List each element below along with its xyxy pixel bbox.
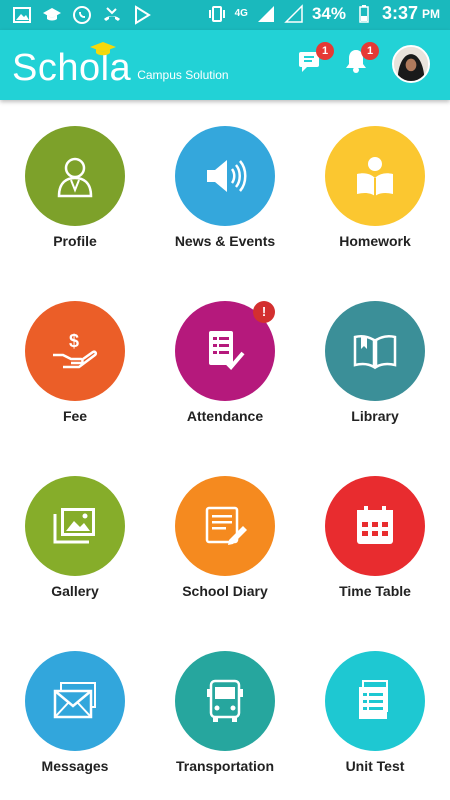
tile-circle xyxy=(175,651,275,751)
diary-icon xyxy=(205,506,247,545)
tile-circle xyxy=(325,476,425,576)
user-icon xyxy=(57,157,93,198)
battery-icon xyxy=(359,4,369,23)
notifications-badge: 1 xyxy=(361,42,379,60)
avatar[interactable] xyxy=(392,45,430,83)
tile-label: Fee xyxy=(62,408,88,424)
logo-subtitle: Campus Solution xyxy=(137,68,229,82)
attendance-alert-badge: ! xyxy=(253,301,275,323)
gallery-icon xyxy=(53,508,95,544)
play-store-icon xyxy=(135,5,151,25)
logo-cap-icon xyxy=(90,42,116,56)
calendar-icon xyxy=(357,506,393,544)
notifications-button[interactable]: 1 xyxy=(341,42,379,80)
tile-circle xyxy=(325,301,425,401)
svg-text:$: $ xyxy=(69,331,79,351)
image-icon xyxy=(13,7,31,23)
checklist-icon xyxy=(209,331,245,370)
tile-circle xyxy=(175,126,275,226)
tile-label: Library xyxy=(351,408,399,424)
tile-circle xyxy=(325,651,425,751)
missed-call-icon xyxy=(104,7,120,21)
bus-icon xyxy=(207,679,243,722)
speaker-icon xyxy=(207,160,247,192)
tile-label: Messages xyxy=(41,758,109,774)
tile-label: News & Events xyxy=(174,233,276,249)
tile-label: Gallery xyxy=(51,583,99,599)
tile-label: Time Table xyxy=(339,583,411,599)
tile-label: Profile xyxy=(53,233,97,249)
tile-circle xyxy=(25,651,125,751)
money-hand-icon: $ xyxy=(53,331,98,369)
signal-empty-icon xyxy=(284,3,303,23)
tile-circle xyxy=(175,476,275,576)
reading-icon xyxy=(357,157,393,196)
envelope-icon xyxy=(53,682,96,719)
status-bar: 4G 34% 3:37 PM xyxy=(0,0,450,30)
messages-button[interactable]: 1 xyxy=(296,42,334,80)
graduation-cap-icon xyxy=(43,8,61,21)
messages-badge: 1 xyxy=(316,42,334,60)
network-type: 4G xyxy=(234,8,248,19)
signal-icon xyxy=(257,5,274,22)
tile-label: Unit Test xyxy=(345,758,405,774)
tile-circle xyxy=(25,476,125,576)
test-sheet-icon xyxy=(359,680,388,719)
tile-label: Attendance xyxy=(186,408,264,424)
book-icon xyxy=(353,334,397,370)
tile-label: School Diary xyxy=(182,583,268,599)
whatsapp-icon xyxy=(73,6,91,24)
tile-circle: $ xyxy=(25,301,125,401)
app-bar: Schola Campus Solution 1 1 xyxy=(0,30,450,100)
tile-label: Homework xyxy=(339,233,411,249)
logo: Schola Campus Solution xyxy=(12,42,229,88)
user-photo-icon xyxy=(394,47,428,81)
vibrate-icon xyxy=(208,5,225,22)
tile-label: Transportation xyxy=(175,758,274,774)
tile-circle xyxy=(25,126,125,226)
clock-ampm: PM xyxy=(422,6,440,21)
tile-circle xyxy=(325,126,425,226)
battery-percent: 34% xyxy=(311,3,346,23)
clock: 3:37 xyxy=(381,3,418,23)
